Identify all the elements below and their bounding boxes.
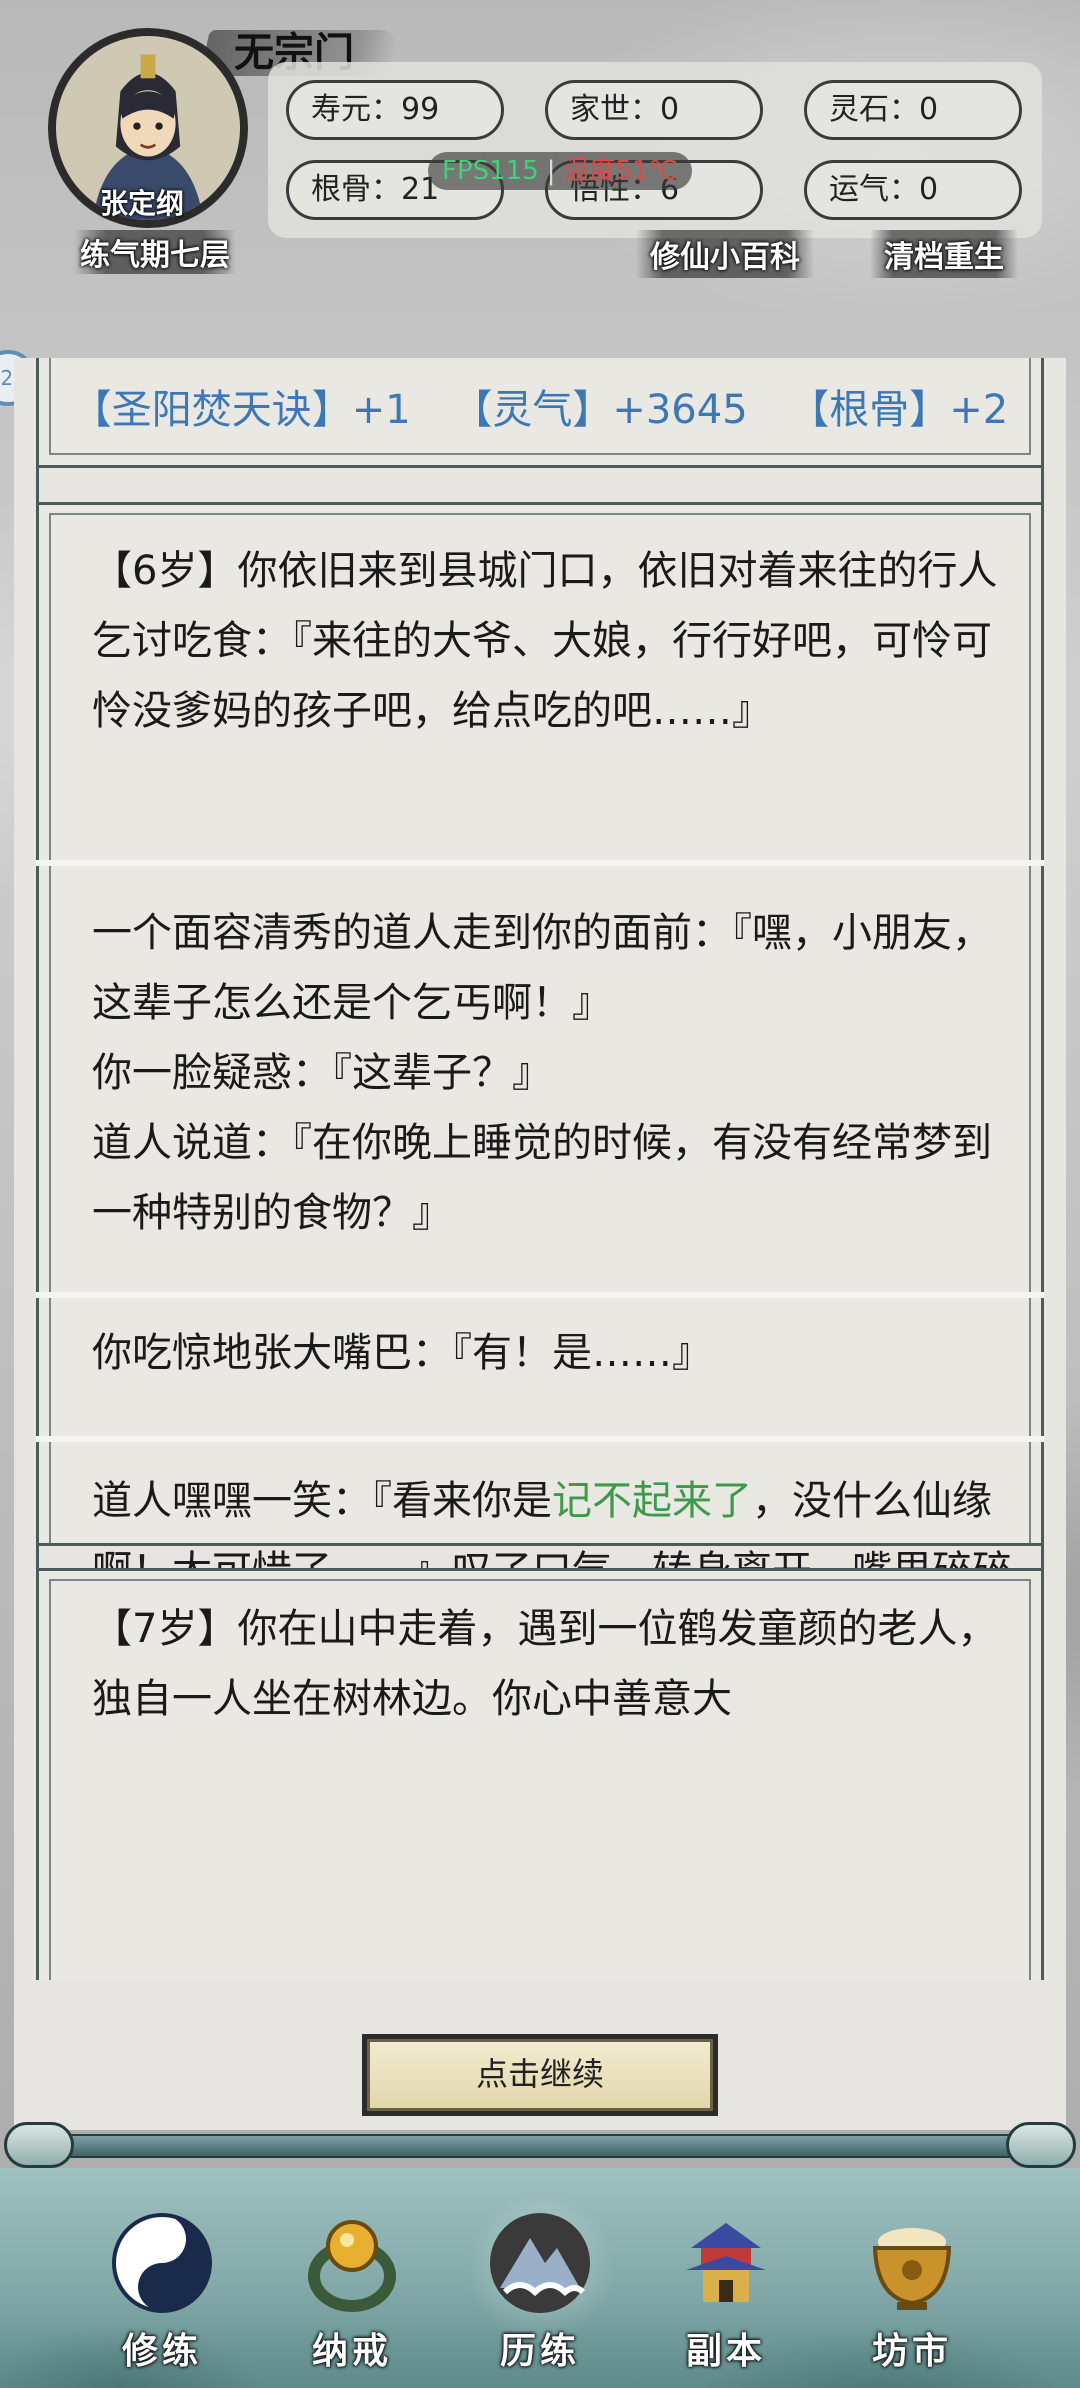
nav-item-ring[interactable]: 纳戒 [282, 2208, 422, 2378]
stat-spirit-stone-label: 灵石：0 [829, 92, 939, 127]
nav-item-cultivate[interactable]: 修练 [92, 2208, 232, 2378]
stat-lifespan-label: 寿元：99 [311, 92, 440, 127]
paragraph-divider [36, 860, 1044, 866]
nav-label: 修练 [121, 2331, 202, 2372]
rebirth-button[interactable]: 清档重生 [870, 230, 1018, 278]
nav-item-dungeon[interactable]: 副本 [656, 2208, 796, 2378]
scroll-rod [10, 2134, 1070, 2158]
encyclopedia-button[interactable]: 修仙小百科 [636, 230, 814, 278]
nav-label: 副本 [685, 2331, 766, 2372]
story-highlight: 记不起来了 [552, 1478, 752, 1524]
temperature-value: 温度51℃ [563, 156, 678, 186]
story-paragraph: 你吃惊地张大嘴巴：『有！是……』 [92, 1330, 712, 1376]
continue-button[interactable]: 点击继续 [362, 2034, 718, 2116]
fps-overlay: FPS115 | 温度51℃ [428, 152, 692, 190]
nav-label: 纳戒 [311, 2331, 392, 2372]
stat-luck-label: 运气：0 [829, 172, 939, 207]
scroll-cap-left [4, 2122, 74, 2168]
stat-lifespan: 寿元：99 [286, 80, 504, 140]
header: 无宗门 张定纲 练气期七层 寿元：99 家世：0 灵石：0 根骨：21 悟性：6… [0, 0, 1080, 300]
story-text: 道人嘿嘿一笑：『看来你是 [92, 1478, 552, 1524]
ring-icon [297, 2208, 407, 2318]
stat-luck: 运气：0 [804, 160, 1022, 220]
story-paragraph: 【7岁】你在山中走着，遇到一位鹤发童颜的老人，独自一人坐在树林边。你心中善意大 [92, 1606, 998, 1722]
scroll-rod-decoration [0, 2118, 1080, 2172]
gain-bone: 【根骨】+2 [789, 386, 1009, 433]
taiji-icon [107, 2208, 217, 2318]
story-paragraph: 一个面容清秀的道人走到你的面前：『嘿，小朋友，这辈子怎么还是个乞丐啊！』 你一脸… [92, 910, 992, 1236]
story-paragraph: 【6岁】你依旧来到县城门口，依旧对着来往的行人乞讨吃食：『来往的大爷、大娘，行行… [92, 548, 998, 734]
stat-spirit-stone: 灵石：0 [804, 80, 1022, 140]
player-level: 练气期七层 [74, 230, 236, 274]
story-panel[interactable]: 【圣阳焚天诀】+1 【灵气】+3645 【根骨】+2 【6岁】你依旧来到县城门口… [14, 358, 1066, 1986]
gain-technique: 【圣阳焚天诀】+1 [71, 386, 411, 433]
gain-summary: 【圣阳焚天诀】+1 【灵气】+3645 【根骨】+2 [36, 358, 1044, 468]
nav-label: 历练 [499, 2331, 580, 2372]
treasure-pot-icon [857, 2208, 967, 2318]
paragraph-divider [36, 1292, 1044, 1298]
pagoda-icon [671, 2208, 781, 2318]
fps-value: FPS115 [442, 156, 539, 186]
nav-label: 坊市 [871, 2331, 952, 2372]
overlay-separator: | [546, 156, 556, 186]
player-name: 张定纲 [100, 187, 185, 220]
gain-summary-inner: 【圣阳焚天诀】+1 【灵气】+3645 【根骨】+2 [49, 358, 1031, 455]
mountain-cloud-icon [485, 2208, 595, 2318]
stat-bone-label: 根骨：21 [311, 172, 440, 207]
nav-item-adventure[interactable]: 历练 [470, 2208, 610, 2378]
stat-family: 家世：0 [545, 80, 763, 140]
paragraph-divider [36, 1436, 1044, 1442]
stat-family-label: 家世：0 [570, 92, 680, 127]
gain-qi: 【灵气】+3645 [452, 386, 748, 433]
scroll-cap-right [1006, 2122, 1076, 2168]
nav-item-market[interactable]: 坊市 [842, 2208, 982, 2378]
